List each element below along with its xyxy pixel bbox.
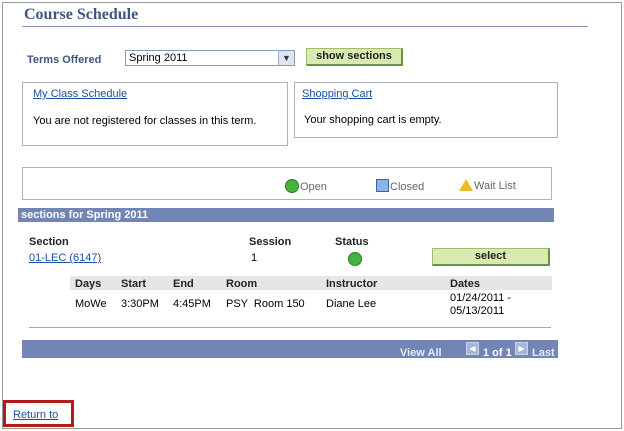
next-page-icon[interactable]: ▶ [515, 342, 528, 355]
legend-wait-list: Wait List [459, 179, 516, 192]
legend-closed-label: Closed [390, 181, 425, 193]
class-schedule-message: You are not registered for classes in th… [33, 115, 257, 127]
instructor-column-header: Instructor [326, 278, 378, 290]
legend-closed: Closed [376, 179, 424, 193]
section-divider [29, 327, 551, 328]
legend-open: Open [285, 179, 327, 193]
section-link[interactable]: 01-LEC (6147) [29, 252, 101, 264]
open-status-icon [348, 252, 362, 266]
terms-offered-label: Terms Offered [27, 54, 102, 66]
meeting-days: MoWe [75, 298, 107, 310]
view-all-link[interactable]: View All [400, 347, 442, 359]
shopping-cart-message: Your shopping cart is empty. [304, 114, 442, 126]
wait-list-triangle-icon [459, 179, 473, 191]
start-column-header: Start [121, 278, 147, 290]
sections-header: sections for Spring 2011 [18, 208, 554, 222]
meeting-end: 4:45PM [173, 298, 211, 310]
session-column-header: Session [249, 236, 292, 248]
end-column-header: End [173, 278, 194, 290]
days-column-header: Days [75, 278, 102, 290]
class-schedule-box: My Class Schedule You are not registered… [22, 82, 288, 146]
chevron-down-icon[interactable]: ▼ [278, 51, 294, 65]
previous-page-icon[interactable]: ◀ [466, 342, 479, 355]
legend-wait-label: Wait List [474, 180, 516, 192]
meeting-date-end: 05/13/2011 [450, 305, 505, 317]
my-class-schedule-link[interactable]: My Class Schedule [33, 88, 127, 100]
closed-square-icon [376, 179, 389, 192]
term-select-value: Spring 2011 [129, 52, 188, 64]
status-legend: Open Closed Wait List [22, 167, 552, 200]
show-sections-button[interactable]: show sections [306, 48, 403, 66]
shopping-cart-link[interactable]: Shopping Cart [302, 88, 372, 100]
term-select[interactable]: Spring 2011 ▼ [125, 50, 295, 66]
legend-open-label: Open [300, 181, 327, 193]
meeting-room: PSY Room 150 [226, 298, 305, 310]
last-page-link[interactable]: Last [532, 347, 555, 359]
page-count: 1 of 1 [483, 347, 512, 359]
dates-column-header: Dates [450, 278, 480, 290]
page-title: Course Schedule [24, 6, 139, 23]
room-column-header: Room [226, 278, 258, 290]
shopping-cart-box: Shopping Cart Your shopping cart is empt… [294, 82, 558, 138]
meeting-date-start: 01/24/2011 - [450, 292, 511, 304]
session-value: 1 [251, 252, 258, 264]
title-divider [22, 26, 588, 27]
meeting-instructor: Diane Lee [326, 298, 377, 310]
meeting-start: 3:30PM [121, 298, 159, 310]
select-section-button[interactable]: select [432, 248, 550, 266]
open-circle-icon [285, 179, 299, 193]
status-column-header: Status [335, 236, 369, 248]
return-to-link[interactable]: Return to [13, 409, 58, 421]
meeting-dates: 01/24/2011 - 05/13/2011 [450, 292, 511, 318]
section-column-header: Section [29, 236, 69, 248]
